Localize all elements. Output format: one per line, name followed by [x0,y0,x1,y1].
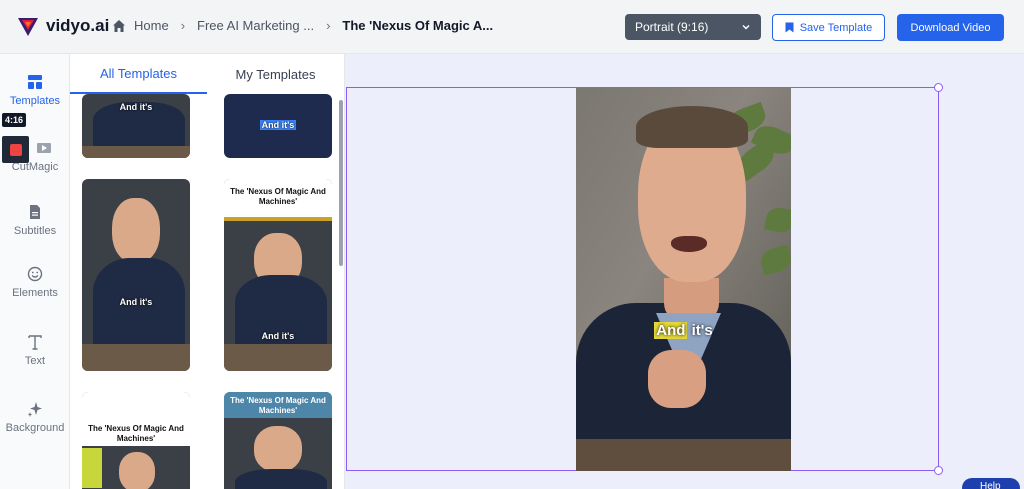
template-thumbnail[interactable]: The 'Nexus Of Magic And Machines' [224,392,332,489]
download-video-label: Download Video [910,21,991,34]
template-thumbnail[interactable]: And it's [224,94,332,158]
rail-item-templates[interactable]: Templates [0,74,70,107]
logo[interactable]: vidyo.ai [16,14,109,38]
rail-item-elements[interactable]: Elements [0,266,70,299]
chevron-down-icon [742,24,750,30]
panel-scrollbar[interactable] [339,100,343,266]
thumbnail-title: The 'Nexus Of Magic And Machines' [224,392,332,418]
thumbnail-caption: And it's [261,331,295,341]
templates-panel: All Templates My Templates And it's And … [70,54,345,489]
chevron-right-icon: › [326,18,331,33]
tab-my-templates[interactable]: My Templates [207,54,344,94]
top-bar: vidyo.ai Home › Free AI Marketing ... › … [0,0,1024,54]
aspect-ratio-select[interactable]: Portrait (9:16) [625,14,761,40]
rail-label-background: Background [5,422,65,434]
thumbnail-caption: And it's [119,297,153,307]
rail-item-subtitles[interactable]: Subtitles [0,204,70,237]
breadcrumb-current: The 'Nexus Of Magic A... [342,18,494,33]
home-icon[interactable] [112,19,126,33]
recording-timer: 4:16 [2,113,27,127]
rail-label-subtitles: Subtitles [13,225,57,237]
download-video-button[interactable]: Download Video [897,14,1004,41]
save-template-label: Save Template [799,21,873,34]
smiley-icon [27,266,43,282]
stop-icon [9,143,22,156]
rail-item-text[interactable]: Text [0,334,70,367]
thumbnail-title: The 'Nexus Of Magic And Machines' [224,179,332,221]
help-button[interactable]: Help [962,478,1020,489]
template-thumbnail[interactable]: And it's [82,179,190,371]
thumbnail-caption: And it's [119,102,153,112]
breadcrumb-section[interactable]: Free AI Marketing ... [197,18,314,33]
app-name: vidyo.ai [46,16,110,35]
rail-label-elements: Elements [12,287,58,299]
rail-item-background[interactable]: Background [0,401,70,434]
rail-label-templates: Templates [9,95,61,107]
breadcrumb: Home › Free AI Marketing ... › The 'Nexu… [112,18,493,33]
sparkle-icon [27,402,42,417]
template-tabs: All Templates My Templates [70,54,344,94]
stop-recording-button[interactable] [2,136,29,163]
template-thumbnail[interactable]: The 'Nexus Of Magic And Machines' And it… [224,179,332,371]
tab-all-templates[interactable]: All Templates [70,54,207,94]
thumbnail-caption: And it's [259,120,297,130]
resize-handle-top-right[interactable] [934,83,943,92]
rail-label-text: Text [24,355,46,367]
template-thumbnail[interactable]: And it's [82,94,190,158]
template-thumbnail[interactable]: The 'Nexus Of Magic And Machines' [82,392,190,489]
cutmagic-icon [37,143,51,153]
subtitles-icon [30,205,40,219]
templates-icon [28,75,42,89]
thumbnail-title: The 'Nexus Of Magic And Machines' [82,392,190,446]
chevron-right-icon: › [180,18,186,33]
video-caption: And it's [654,322,713,339]
video-preview[interactable]: And it's [576,88,791,471]
bookmark-icon [785,22,794,33]
aspect-ratio-value: Portrait (9:16) [635,20,709,34]
breadcrumb-home[interactable]: Home [134,18,169,33]
resize-handle-bottom-right[interactable] [934,466,943,475]
vidyo-logo-icon [18,18,38,36]
text-icon [28,335,42,350]
save-template-button[interactable]: Save Template [772,14,885,41]
help-label: Help [980,481,1001,489]
